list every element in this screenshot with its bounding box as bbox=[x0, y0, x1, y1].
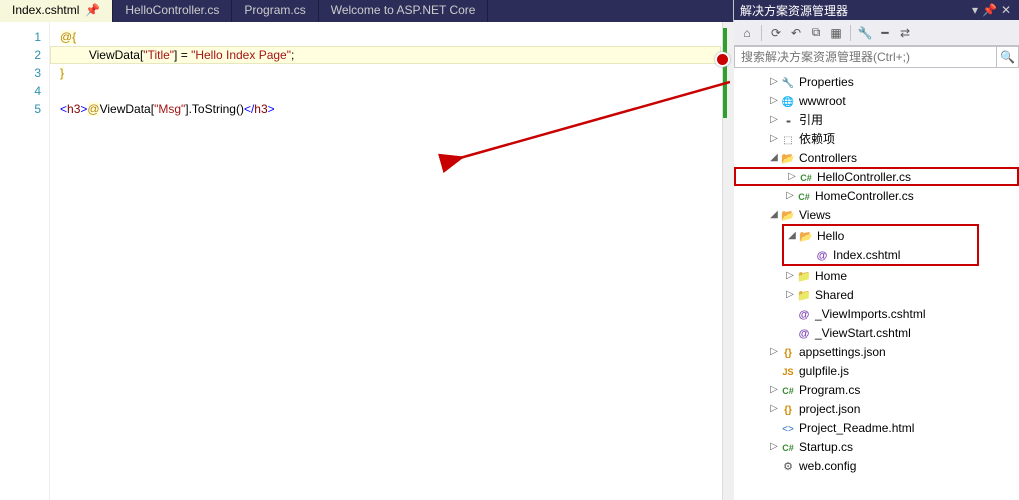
properties-icon[interactable]: 🔧 bbox=[856, 24, 874, 42]
line-gutter: 1 2 3 4 5 bbox=[0, 22, 50, 500]
solution-toolbar: ⌂ ⟳ ↶ ⧉ ▦ 🔧 ━ ⇄ bbox=[734, 20, 1019, 46]
node-viewimports[interactable]: _ViewImports.cshtml bbox=[734, 304, 1019, 323]
tab-index-cshtml[interactable]: Index.cshtml📌 bbox=[0, 0, 113, 22]
preview-icon[interactable]: ━ bbox=[876, 24, 894, 42]
node-wwwroot[interactable]: ▷wwwroot bbox=[734, 91, 1019, 110]
code-body[interactable]: @{ ViewData["Title"] = "Hello Index Page… bbox=[50, 22, 733, 500]
pin-icon[interactable]: 📌 bbox=[85, 3, 100, 17]
node-viewstart[interactable]: _ViewStart.cshtml bbox=[734, 323, 1019, 342]
node-index-cshtml[interactable]: Index.cshtml bbox=[784, 245, 977, 264]
show-all-icon[interactable]: ▦ bbox=[827, 24, 845, 42]
node-webconfig[interactable]: web.config bbox=[734, 456, 1019, 475]
node-startup[interactable]: ▷Startup.cs bbox=[734, 437, 1019, 456]
solution-explorer: 解决方案资源管理器 ▾ 📌 ✕ ⌂ ⟳ ↶ ⧉ ▦ 🔧 ━ ⇄ 🔍 ▷Prope… bbox=[734, 0, 1019, 500]
node-dependencies[interactable]: ▷依赖项 bbox=[734, 129, 1019, 148]
node-gulpfile[interactable]: gulpfile.js bbox=[734, 361, 1019, 380]
node-views[interactable]: ◢Views bbox=[734, 205, 1019, 224]
pin-icon[interactable]: 📌 bbox=[982, 3, 997, 17]
node-hellocontroller[interactable]: ▷HelloController.cs bbox=[734, 167, 1019, 186]
editor-pane: Index.cshtml📌 HelloController.cs Program… bbox=[0, 0, 734, 500]
close-icon[interactable]: ✕ bbox=[1001, 3, 1011, 17]
nav-back-icon[interactable]: ↶ bbox=[787, 24, 805, 42]
solution-search: 🔍 bbox=[734, 46, 1019, 68]
node-programcs[interactable]: ▷Program.cs bbox=[734, 380, 1019, 399]
node-appsettings[interactable]: ▷appsettings.json bbox=[734, 342, 1019, 361]
node-homecontroller[interactable]: ▷HomeController.cs bbox=[734, 186, 1019, 205]
collapse-icon[interactable]: ⧉ bbox=[807, 24, 825, 42]
node-references[interactable]: ▷引用 bbox=[734, 110, 1019, 129]
search-input[interactable] bbox=[735, 47, 996, 67]
home-icon[interactable]: ⌂ bbox=[738, 24, 756, 42]
search-icon[interactable]: 🔍 bbox=[996, 47, 1018, 67]
node-readme[interactable]: Project_Readme.html bbox=[734, 418, 1019, 437]
tab-welcome[interactable]: Welcome to ASP.NET Core bbox=[319, 0, 489, 22]
tab-bar: Index.cshtml📌 HelloController.cs Program… bbox=[0, 0, 733, 22]
dropdown-icon[interactable]: ▾ bbox=[972, 3, 978, 17]
node-properties[interactable]: ▷Properties bbox=[734, 72, 1019, 91]
tab-program[interactable]: Program.cs bbox=[232, 0, 318, 22]
tab-hellocontroller[interactable]: HelloController.cs bbox=[113, 0, 232, 22]
node-projectjson[interactable]: ▷project.json bbox=[734, 399, 1019, 418]
code-area[interactable]: 1 2 3 4 5 @{ ViewData["Title"] = "Hello … bbox=[0, 22, 733, 500]
node-home-folder[interactable]: ▷Home bbox=[734, 266, 1019, 285]
solution-explorer-title: 解决方案资源管理器 ▾ 📌 ✕ bbox=[734, 0, 1019, 20]
node-shared-folder[interactable]: ▷Shared bbox=[734, 285, 1019, 304]
solution-tree: ▷Properties ▷wwwroot ▷引用 ▷依赖项 ◢Controlle… bbox=[734, 68, 1019, 500]
sync-icon[interactable]: ⇄ bbox=[896, 24, 914, 42]
node-controllers[interactable]: ◢Controllers bbox=[734, 148, 1019, 167]
node-hello-folder[interactable]: ◢Hello bbox=[784, 226, 977, 245]
refresh-icon[interactable]: ⟳ bbox=[767, 24, 785, 42]
